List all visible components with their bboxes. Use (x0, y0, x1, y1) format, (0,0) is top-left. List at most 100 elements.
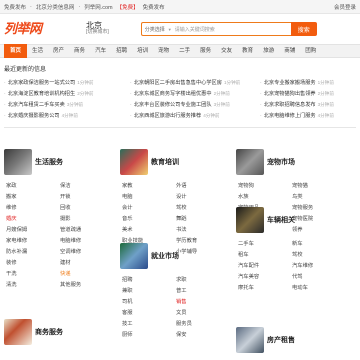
category-link[interactable]: 婚庆 (6, 214, 56, 222)
category-link[interactable]: 小学辅导 (176, 247, 226, 255)
category-link[interactable]: 宠物猫 (292, 181, 342, 189)
category-link[interactable]: 新车 (292, 239, 342, 247)
nav-item[interactable]: 商务 (69, 44, 90, 58)
category-link[interactable]: 汽车维修 (292, 261, 342, 269)
nav-item[interactable]: 二手 (174, 44, 195, 58)
category-link[interactable]: 宠物医院 (292, 214, 342, 222)
nav-item[interactable]: 房产 (48, 44, 69, 58)
category-link[interactable]: 二手车 (238, 239, 288, 247)
category-link[interactable]: 汽车美容 (238, 272, 288, 280)
category-link[interactable]: 技工 (122, 319, 172, 327)
category-link[interactable]: 家政 (6, 181, 56, 189)
city-selector[interactable]: 北京 [切换城市] (86, 22, 109, 36)
category-link[interactable]: 开锁 (60, 192, 110, 200)
nav-item[interactable]: 服务 (195, 44, 216, 58)
recent-item-link[interactable]: 北京婚庆摄影服务公司 (8, 112, 60, 119)
recent-item-link[interactable]: 北京海淀区教育培训机构招生 (8, 90, 75, 97)
recent-item[interactable]: · 北京西城区旅游出行服务推荐 4分钟前 (130, 112, 256, 120)
category-link[interactable]: 领养 (292, 225, 342, 233)
category-link[interactable]: 空调维修 (60, 247, 110, 255)
category-header[interactable]: 商务服务 (4, 319, 63, 345)
search-scope-select[interactable]: 分类选择 (145, 26, 165, 33)
category-link[interactable]: 司机 (122, 297, 172, 305)
category-link[interactable]: 家电维修 (6, 236, 56, 244)
category-link[interactable]: 建材 (60, 258, 110, 266)
category-link[interactable]: 厨师 (122, 330, 172, 338)
recent-item-link[interactable]: 北京汽车租赁二手车买卖 (8, 101, 65, 108)
recent-item[interactable]: · 北京求职招聘信息发布 3分钟前 (260, 101, 356, 109)
site-logo[interactable]: 列举网 lieju.com (4, 18, 48, 40)
recent-item[interactable]: · 北京海淀区教育培训机构招生 2分钟前 (4, 90, 120, 98)
nav-item[interactable]: 首页 (4, 44, 28, 58)
category-link[interactable]: 月嫂保姆 (6, 225, 56, 233)
category-link[interactable]: 摄影 (60, 214, 110, 222)
category-header[interactable]: 宠物市场 (236, 149, 295, 175)
nav-item[interactable]: 汽车 (90, 44, 111, 58)
recent-item[interactable]: · 北京婚庆摄影服务公司 4分钟前 (4, 112, 120, 120)
topbar-link[interactable]: 免费发布 (4, 3, 26, 11)
recent-item-link[interactable]: 北京电脑维修上门服务 (264, 112, 316, 119)
category-link[interactable]: 保安 (176, 330, 226, 338)
category-header[interactable]: 房产租售 (236, 327, 295, 353)
recent-item-link[interactable]: 北京西城区旅游出行服务推荐 (134, 112, 201, 119)
category-header[interactable]: 生活服务 (4, 149, 63, 175)
category-link[interactable]: 宠物服务 (292, 203, 342, 211)
category-link[interactable]: 服务员 (176, 319, 226, 327)
nav-item[interactable]: 团购 (300, 44, 321, 58)
recent-item[interactable]: · 北京丰台区装修公司专业施工团队 3分钟前 (130, 101, 256, 109)
recent-item[interactable]: · 北京汽车租赁二手车买卖 3分钟前 (4, 101, 120, 109)
nav-item[interactable]: 生活 (27, 44, 48, 58)
category-link[interactable]: 书法 (176, 225, 226, 233)
nav-item[interactable]: 教育 (237, 44, 258, 58)
recent-item-link[interactable]: 北京东城区商务写字楼出租优惠中 (134, 90, 212, 97)
category-link[interactable]: 学历教育 (176, 236, 226, 244)
recent-item-link[interactable]: 北京家政保洁服务一站式公司 (8, 79, 75, 86)
recent-item[interactable]: · 北京家政保洁服务一站式公司 1分钟前 (4, 79, 120, 87)
category-link[interactable]: 宠物狗 (238, 181, 288, 189)
category-header[interactable]: 教育培训 (120, 149, 179, 175)
category-link[interactable]: 其他服务 (60, 280, 110, 288)
category-link[interactable]: 驾校 (292, 250, 342, 258)
category-link[interactable]: 租车 (238, 250, 288, 258)
category-link[interactable]: 设计 (176, 192, 226, 200)
recent-item[interactable]: · 北京东城区商务写字楼出租优惠中 2分钟前 (130, 90, 256, 98)
category-link[interactable]: 兼职 (122, 286, 172, 294)
nav-item[interactable]: 交友 (216, 44, 237, 58)
nav-item[interactable]: 招聘 (111, 44, 132, 58)
category-link[interactable]: 干洗 (6, 269, 56, 277)
category-header[interactable]: 车辆相关 (236, 207, 295, 233)
category-link[interactable]: 会计 (122, 203, 172, 211)
category-link[interactable]: 汽车配件 (238, 261, 288, 269)
search-button[interactable]: 搜索 (290, 22, 317, 36)
category-link[interactable]: 外语 (176, 181, 226, 189)
recent-item[interactable]: · 北京朝阳区二手房出售急售中心学区房 1分钟前 (130, 79, 256, 87)
category-link[interactable]: 代驾 (292, 272, 342, 280)
category-link[interactable]: 驾校 (176, 203, 226, 211)
recent-item[interactable]: · 北京电脑维修上门服务 4分钟前 (260, 112, 356, 120)
category-link[interactable]: 音乐 (122, 214, 172, 222)
topbar-link[interactable]: 列举网.com (84, 3, 112, 11)
category-link[interactable]: 舞蹈 (176, 214, 226, 222)
category-link[interactable]: 水族 (238, 192, 288, 200)
category-link[interactable]: 美术 (122, 225, 172, 233)
topbar-login-link[interactable]: 会员登录 (334, 3, 356, 11)
category-link[interactable]: 保洁 (60, 181, 110, 189)
topbar-link[interactable]: 北京分类信息网 (36, 3, 75, 11)
category-link[interactable]: 回收 (60, 203, 110, 211)
nav-item[interactable]: 商铺 (279, 44, 300, 58)
category-link[interactable]: 搬家 (6, 192, 56, 200)
category-link[interactable]: 家教 (122, 181, 172, 189)
category-link[interactable]: 管道疏通 (60, 225, 110, 233)
category-link[interactable]: 电脑维修 (60, 236, 110, 244)
category-link[interactable]: 电动车 (292, 283, 342, 291)
category-link[interactable]: 防水补漏 (6, 247, 56, 255)
category-link[interactable]: 摩托车 (238, 283, 288, 291)
search-input[interactable]: 分类选择 ▼ 请输入关键词搜索 (140, 22, 291, 36)
nav-item[interactable]: 宠物 (153, 44, 174, 58)
nav-item[interactable]: 培训 (132, 44, 153, 58)
category-header[interactable]: 就业市场 (120, 243, 179, 269)
recent-item-link[interactable]: 北京朝阳区二手房出售急售中心学区房 (134, 79, 222, 86)
category-link[interactable]: 客服 (122, 308, 172, 316)
category-link[interactable]: 清洗 (6, 280, 56, 288)
category-link[interactable]: 维修 (6, 203, 56, 211)
